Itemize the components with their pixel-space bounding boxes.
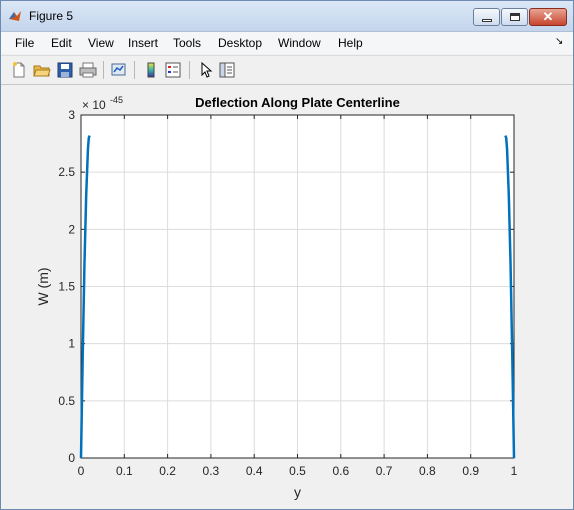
menu-bar: File Edit View Insert Tools Desktop Wind…: [1, 32, 573, 54]
insert-legend-icon[interactable]: [164, 61, 182, 79]
figure-window: Figure 5 ✕ File Edit View Insert Tools D…: [0, 0, 574, 510]
new-figure-icon[interactable]: [10, 61, 28, 79]
x-tick-label: 1: [511, 464, 518, 478]
matlab-icon: [9, 11, 21, 21]
x-tick-label: 0.5: [289, 464, 306, 478]
chart-title: Deflection Along Plate Centerline: [195, 95, 400, 110]
x-tick-labels: 0 0.1 0.2 0.3 0.4 0.5 0.6 0.7 0.8 0.9 1: [78, 464, 518, 478]
menu-view[interactable]: View: [88, 36, 114, 50]
menu-file[interactable]: File: [15, 36, 34, 50]
x-tick-label: 0.2: [159, 464, 176, 478]
y-tick-label: 3: [68, 108, 75, 122]
toolbar: [1, 55, 573, 85]
property-inspector-icon[interactable]: [218, 61, 236, 79]
menu-insert[interactable]: Insert: [128, 36, 158, 50]
x-axis-label: y: [294, 484, 301, 500]
link-plot-icon[interactable]: [110, 61, 128, 79]
x-tick-label: 0: [78, 464, 85, 478]
chart-area: 0 0.1 0.2 0.3 0.4 0.5 0.6 0.7 0.8 0.9 1 0 0.5 1 1.5 2 2…: [35, 95, 518, 500]
x-tick-label: 0.7: [376, 464, 393, 478]
y-tick-label: 2.5: [58, 165, 75, 179]
y-tick-label: 2: [68, 222, 75, 236]
save-icon[interactable]: [56, 61, 74, 79]
x-tick-label: 0.3: [203, 464, 220, 478]
toolbar-separator: [134, 61, 135, 79]
y-tick-label: 1: [68, 337, 75, 351]
menu-desktop[interactable]: Desktop: [218, 36, 262, 50]
dock-arrow-icon[interactable]: ↘: [555, 36, 563, 47]
minimize-button[interactable]: [473, 8, 500, 26]
menu-edit[interactable]: Edit: [51, 36, 72, 50]
title-bar[interactable]: Figure 5 ✕: [1, 1, 573, 32]
toolbar-separator: [189, 61, 190, 79]
y-tick-labels: 0 0.5 1 1.5 2 2.5 3: [58, 108, 75, 465]
x-tick-label: 0.1: [116, 464, 133, 478]
close-icon: ✕: [542, 9, 554, 24]
y-tick-label: 0.5: [58, 394, 75, 408]
maximize-button[interactable]: [501, 8, 528, 26]
menu-tools[interactable]: Tools: [173, 36, 201, 50]
figure-canvas: 0 0.1 0.2 0.3 0.4 0.5 0.6 0.7 0.8 0.9 1 0 0.5 1 1.5 2 2…: [2, 85, 573, 509]
y-axis-label: W (m): [35, 267, 51, 305]
minimize-icon: [482, 19, 492, 22]
y-exponent-power: -45: [110, 95, 123, 105]
toolbar-separator: [103, 61, 104, 79]
insert-colorbar-icon[interactable]: [142, 61, 160, 79]
print-icon[interactable]: [79, 61, 97, 79]
window-title: Figure 5: [29, 9, 74, 23]
close-button[interactable]: ✕: [529, 8, 567, 26]
y-tick-label: 0: [68, 451, 75, 465]
y-exponent-base: × 10: [82, 98, 106, 112]
x-tick-label: 0.8: [419, 464, 436, 478]
menu-window[interactable]: Window: [278, 36, 321, 50]
maximize-icon: [510, 13, 520, 21]
x-tick-label: 0.9: [462, 464, 479, 478]
edit-plot-arrow-icon[interactable]: [197, 61, 215, 79]
open-file-icon[interactable]: [33, 61, 51, 79]
menu-help[interactable]: Help: [338, 36, 363, 50]
y-tick-label: 1.5: [58, 280, 75, 294]
x-tick-label: 0.6: [332, 464, 349, 478]
x-tick-label: 0.4: [246, 464, 263, 478]
